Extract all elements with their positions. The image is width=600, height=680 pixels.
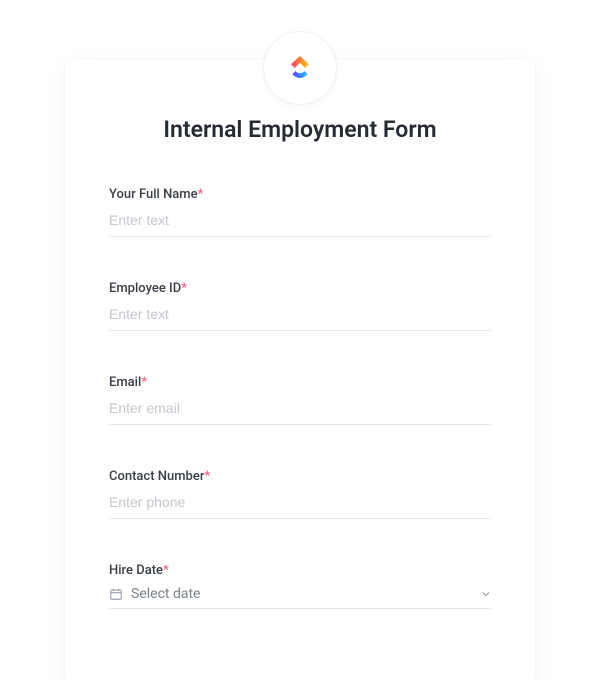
clickup-logo-icon — [285, 53, 315, 83]
label-text: Contact Number — [109, 469, 204, 484]
contact-number-input[interactable] — [109, 484, 491, 519]
required-marker: * — [204, 469, 210, 484]
full-name-input[interactable] — [109, 202, 491, 237]
required-marker: * — [198, 187, 204, 202]
required-marker: * — [141, 375, 147, 390]
required-marker: * — [163, 563, 169, 578]
hire-date-picker[interactable]: Select date — [109, 578, 491, 609]
label-text: Employee ID — [109, 281, 181, 296]
required-marker: * — [181, 281, 187, 296]
form-card: Internal Employment Form Your Full Name*… — [65, 60, 535, 680]
form-title: Internal Employment Form — [65, 116, 535, 143]
email-label: Email* — [109, 375, 491, 390]
label-text: Hire Date — [109, 563, 163, 578]
form-fields: Your Full Name* Employee ID* Email* Cont… — [65, 143, 535, 609]
hire-date-label: Hire Date* — [109, 563, 491, 578]
email-input[interactable] — [109, 390, 491, 425]
chevron-down-icon — [481, 589, 491, 599]
employee-id-label: Employee ID* — [109, 281, 491, 296]
contact-number-label: Contact Number* — [109, 469, 491, 484]
full-name-label: Your Full Name* — [109, 187, 491, 202]
field-email: Email* — [109, 375, 491, 425]
hire-date-placeholder: Select date — [131, 586, 481, 602]
field-contact-number: Contact Number* — [109, 469, 491, 519]
label-text: Your Full Name — [109, 187, 198, 202]
label-text: Email — [109, 375, 141, 390]
employee-id-input[interactable] — [109, 296, 491, 331]
calendar-icon — [109, 587, 123, 601]
app-logo — [264, 32, 336, 104]
field-full-name: Your Full Name* — [109, 187, 491, 237]
field-hire-date: Hire Date* Select date — [109, 563, 491, 609]
field-employee-id: Employee ID* — [109, 281, 491, 331]
